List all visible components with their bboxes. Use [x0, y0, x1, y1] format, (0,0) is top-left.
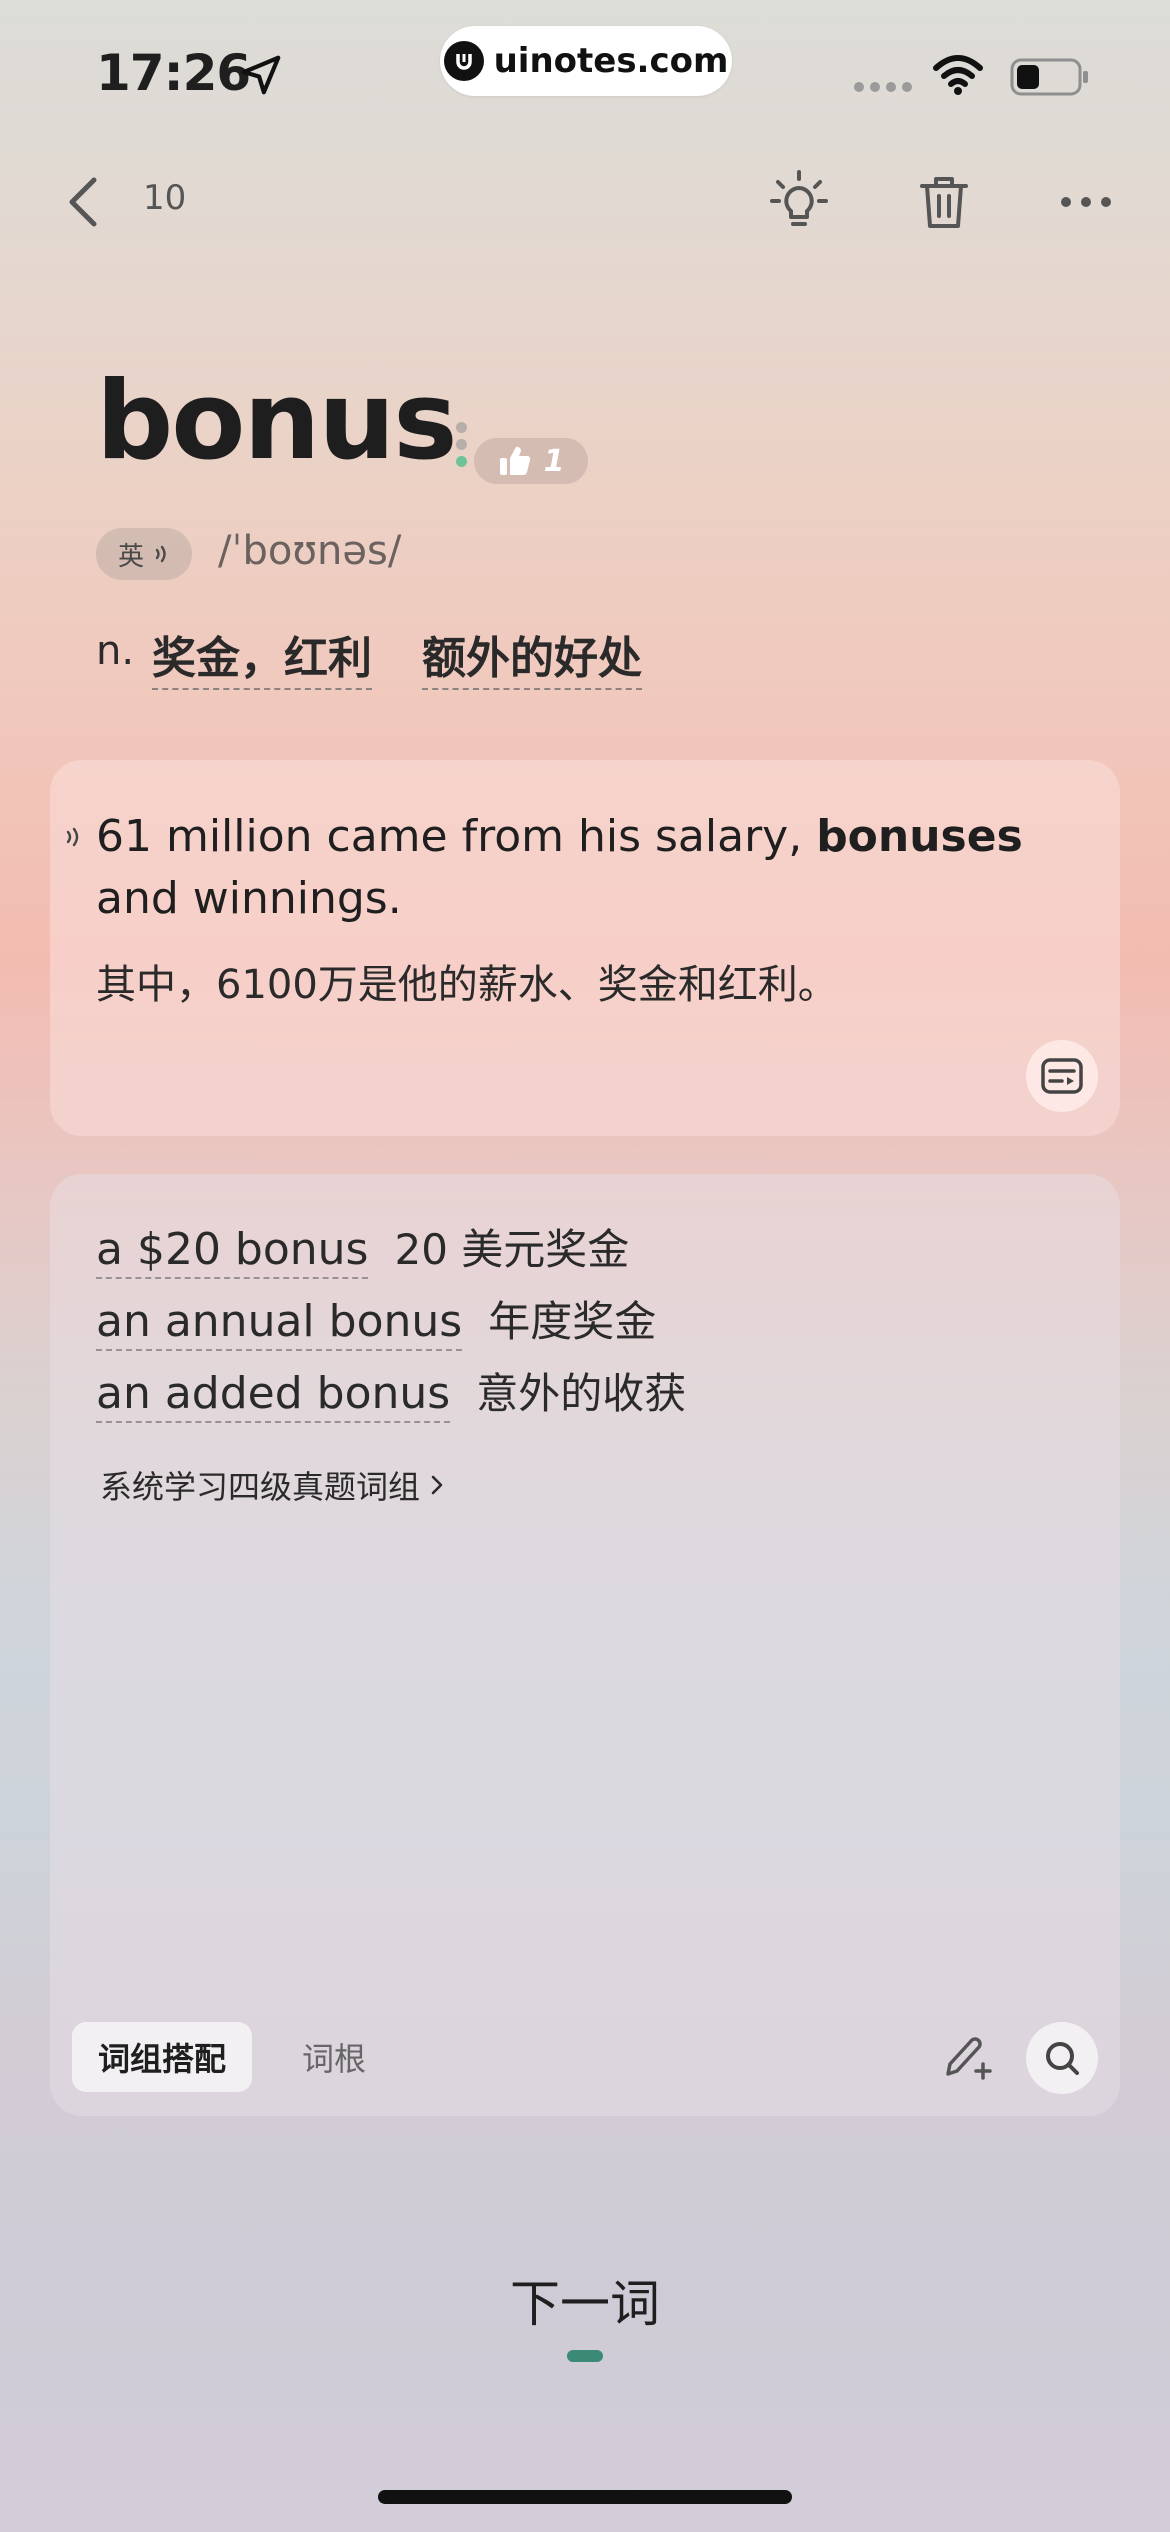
phrase-item[interactable]: an added bonus 意外的收获 — [96, 1360, 686, 1423]
more-options-icon[interactable] — [1058, 184, 1114, 220]
phrase-en: a $20 bonus — [96, 1224, 369, 1279]
phrase-item[interactable]: an annual bonus 年度奖金 — [96, 1288, 656, 1351]
url-pill[interactable]: uinotes.com — [440, 26, 732, 96]
phrase-en: an annual bonus — [96, 1296, 463, 1351]
pronounce-uk-button[interactable]: 英 — [96, 528, 192, 580]
lightbulb-icon[interactable] — [770, 170, 828, 232]
subtitle-card-icon — [1041, 1058, 1083, 1094]
example-sentence-en[interactable]: 61 million came from his salary, bonuses… — [96, 806, 1086, 930]
search-button[interactable] — [1026, 2022, 1098, 2094]
example-sentence-zh: 其中，6100万是他的薪水、奖金和红利。 — [96, 962, 838, 1008]
home-indicator[interactable] — [378, 2490, 792, 2504]
chevron-right-icon — [431, 1475, 443, 1495]
book-link[interactable]: 系统学习四级真题词组 — [100, 1462, 444, 1508]
familiarity-dots — [456, 422, 467, 467]
word-title: bonus — [96, 359, 458, 484]
part-of-speech: n. — [96, 628, 135, 674]
example-text-end: and winnings. — [96, 873, 402, 924]
location-arrow-icon — [241, 55, 281, 95]
site-logo-icon — [443, 41, 484, 81]
example-highlight-word: bonuses — [816, 811, 1023, 862]
wifi-icon — [933, 55, 983, 95]
video-card-button[interactable] — [1026, 1040, 1098, 1112]
book-link-label: 系统学习四级真题词组 — [100, 1468, 421, 1506]
accent-label: 英 — [117, 541, 144, 572]
tab-roots[interactable]: 词根 — [272, 2022, 396, 2092]
phrase-zh: 意外的收获 — [476, 1369, 687, 1418]
search-icon — [1046, 2042, 1079, 2075]
like-count: 1 — [543, 443, 565, 479]
trash-icon[interactable] — [916, 172, 972, 232]
like-button[interactable]: 1 — [474, 438, 588, 484]
phrase-zh: 年度奖金 — [488, 1297, 657, 1346]
add-note-icon[interactable] — [940, 2030, 994, 2084]
phrase-zh: 20 美元奖金 — [394, 1225, 630, 1274]
example-text-start: 61 million came from his salary, — [96, 811, 817, 862]
example-speaker-icon[interactable] — [64, 826, 86, 848]
cellular-signal-icon — [854, 82, 912, 92]
phonetic: /ˈboʊnəs/ — [218, 528, 402, 574]
next-word-button[interactable]: 下一词 — [0, 2264, 1170, 2336]
remaining-count: 10 — [143, 178, 187, 218]
phrase-en: an added bonus — [96, 1368, 451, 1423]
next-word-indicator — [567, 2350, 603, 2362]
speaker-icon — [155, 545, 166, 563]
thumbs-up-icon — [499, 446, 530, 476]
phrase-item[interactable]: a $20 bonus 20 美元奖金 — [96, 1216, 629, 1279]
status-time: 17:26 — [96, 44, 251, 102]
back-chevron-icon[interactable] — [60, 172, 106, 232]
definition-2[interactable]: 额外的好处 — [422, 622, 642, 690]
definition-1[interactable]: 奖金，红利 — [152, 622, 372, 690]
battery-icon — [1010, 58, 1088, 96]
tab-phrases[interactable]: 词组搭配 — [72, 2022, 252, 2092]
url-text: uinotes.com — [493, 41, 729, 81]
